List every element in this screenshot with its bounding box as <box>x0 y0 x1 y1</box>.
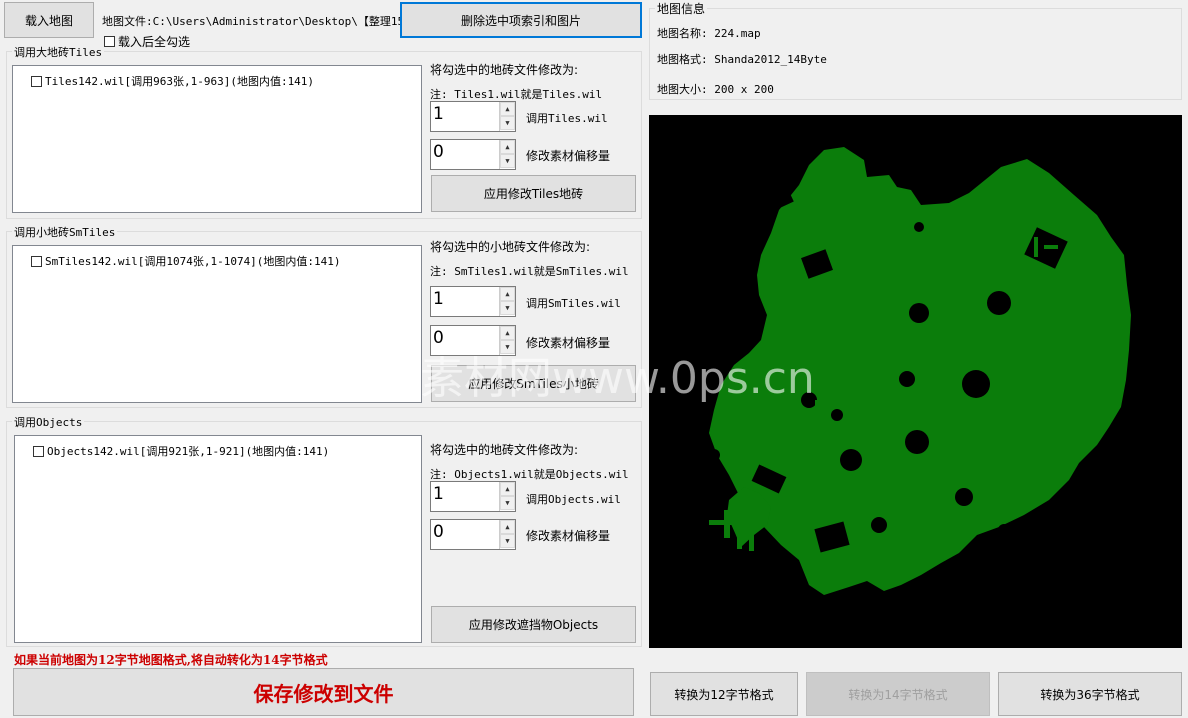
item-checkbox[interactable] <box>33 445 44 457</box>
tiles-note: 注: Tiles1.wil就是Tiles.wil <box>430 88 603 101</box>
list-item[interactable]: Objects142.wil[调用921张,1-921](地图内值:141) <box>33 443 329 459</box>
spin-up-icon[interactable]: ▲ <box>500 102 515 116</box>
smtiles-index-spinner[interactable]: 1 ▲ ▼ <box>430 286 516 317</box>
tiles-index-spinner[interactable]: 1 ▲ ▼ <box>430 101 516 132</box>
spinner-value[interactable]: 0 <box>433 142 444 162</box>
smtiles-index-label: 调用SmTiles.wil <box>526 297 621 310</box>
delete-selected-button[interactable]: 删除选中项索引和图片 <box>400 2 642 38</box>
spin-up-icon[interactable]: ▲ <box>500 140 515 154</box>
tiles-list[interactable]: Tiles142.wil[调用963张,1-963](地图内值:141) <box>12 65 422 213</box>
spinner-value[interactable]: 1 <box>433 289 444 309</box>
map-size: 地图大小: 200 x 200 <box>657 83 774 96</box>
list-item-label: Tiles142.wil[调用963张,1-963](地图内值:141) <box>45 75 315 88</box>
format-warning: 如果当前地图为12字节地图格式,将自动转化为14字节格式 <box>14 653 328 667</box>
objects-note: 注: Objects1.wil就是Objects.wil <box>430 468 629 481</box>
spin-up-icon[interactable]: ▲ <box>500 287 515 301</box>
spin-up-icon[interactable]: ▲ <box>500 326 515 340</box>
smtiles-note: 注: SmTiles1.wil就是SmTiles.wil <box>430 265 629 278</box>
convert-14-button[interactable]: 转换为14字节格式 <box>806 672 990 716</box>
list-item-label: Objects142.wil[调用921张,1-921](地图内值:141) <box>47 445 330 458</box>
spin-up-icon[interactable]: ▲ <box>500 482 515 496</box>
map-format: 地图格式: Shanda2012_14Byte <box>657 53 827 66</box>
tiles-offset-spinner[interactable]: 0 ▲ ▼ <box>430 139 516 170</box>
spin-down-icon[interactable]: ▼ <box>500 496 515 510</box>
spin-down-icon[interactable]: ▼ <box>500 534 515 548</box>
list-item[interactable]: Tiles142.wil[调用963张,1-963](地图内值:141) <box>31 73 314 89</box>
tiles-group-title: 调用大地砖Tiles <box>12 44 105 60</box>
convert-36-button[interactable]: 转换为36字节格式 <box>998 672 1182 716</box>
spin-down-icon[interactable]: ▼ <box>500 301 515 315</box>
objects-index-spinner[interactable]: 1 ▲ ▼ <box>430 481 516 512</box>
tiles-index-label: 调用Tiles.wil <box>526 112 608 125</box>
spin-up-icon[interactable]: ▲ <box>500 520 515 534</box>
objects-list[interactable]: Objects142.wil[调用921张,1-921](地图内值:141) <box>14 435 422 643</box>
spinner-value[interactable]: 1 <box>433 484 444 504</box>
objects-index-label: 调用Objects.wil <box>526 493 621 506</box>
checkbox-box[interactable] <box>104 36 115 47</box>
tiles-modify-label: 将勾选中的地砖文件修改为: <box>430 63 579 77</box>
list-item-label: SmTiles142.wil[调用1074张,1-1074](地图内值:141) <box>45 255 341 268</box>
map-name: 地图名称: 224.map <box>657 27 761 40</box>
convert-12-button[interactable]: 转换为12字节格式 <box>650 672 798 716</box>
load-map-button[interactable]: 载入地图 <box>4 2 94 38</box>
smtiles-modify-label: 将勾选中的小地砖文件修改为: <box>430 240 591 254</box>
objects-offset-label: 修改素材偏移量 <box>526 529 611 543</box>
save-to-file-button[interactable]: 保存修改到文件 <box>13 668 634 716</box>
apply-objects-button[interactable]: 应用修改遮挡物Objects <box>431 606 636 643</box>
select-all-label: 载入后全勾选 <box>118 35 191 49</box>
item-checkbox[interactable] <box>31 75 42 87</box>
watermark: 素材网www.0ps.cn <box>420 353 815 404</box>
spin-down-icon[interactable]: ▼ <box>500 154 515 168</box>
spin-down-icon[interactable]: ▼ <box>500 116 515 130</box>
apply-tiles-button[interactable]: 应用修改Tiles地砖 <box>431 175 636 212</box>
item-checkbox[interactable] <box>31 255 42 267</box>
objects-group-title: 调用Objects <box>12 414 85 430</box>
tiles-offset-label: 修改素材偏移量 <box>526 149 611 163</box>
map-info-title: 地图信息 <box>655 0 708 17</box>
map-file-path: 地图文件:C:\Users\Administrator\Desktop\【整理1… <box>102 15 416 28</box>
objects-offset-spinner[interactable]: 0 ▲ ▼ <box>430 519 516 550</box>
select-all-checkbox[interactable]: 载入后全勾选 <box>104 33 190 50</box>
smtiles-group-title: 调用小地砖SmTiles <box>12 224 118 240</box>
spinner-value[interactable]: 0 <box>433 522 444 542</box>
spinner-value[interactable]: 1 <box>433 104 444 124</box>
smtiles-list[interactable]: SmTiles142.wil[调用1074张,1-1074](地图内值:141) <box>12 245 422 403</box>
list-item[interactable]: SmTiles142.wil[调用1074张,1-1074](地图内值:141) <box>31 253 341 269</box>
objects-modify-label: 将勾选中的地砖文件修改为: <box>430 443 579 457</box>
